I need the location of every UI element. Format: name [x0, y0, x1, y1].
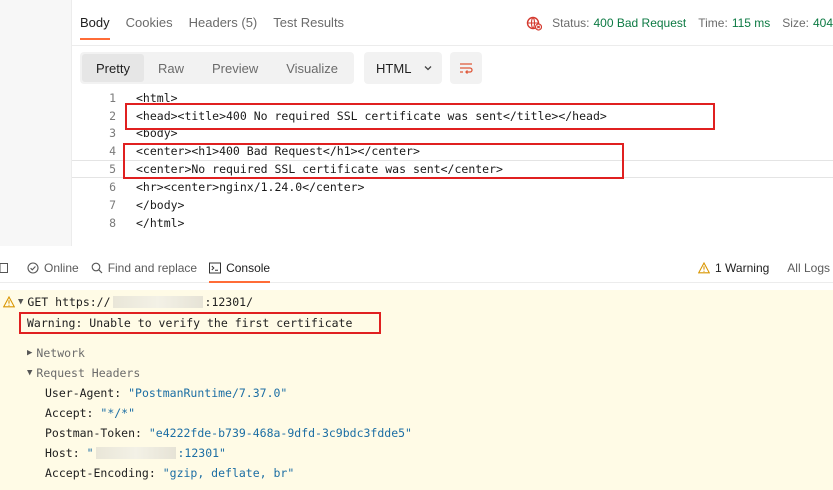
console-bar-right: 1 Warning All Logs: [698, 253, 830, 283]
console-label: Console: [226, 260, 271, 275]
check-circle-icon: [27, 261, 39, 274]
header-row: User-Agent: "PostmanRuntime/7.37.0": [45, 384, 287, 402]
line-number: 5: [109, 162, 116, 176]
log-level-filter[interactable]: All Logs: [787, 261, 830, 275]
header-row: Accept-Encoding: "gzip, deflate, br": [45, 464, 294, 482]
redacted-host: [95, 447, 176, 459]
header-value-prefix: ": [86, 446, 94, 460]
warning-count[interactable]: 1 Warning: [698, 261, 769, 275]
view-mode-visualize[interactable]: Visualize: [272, 54, 352, 82]
response-status-area: Status: 400 Bad Request Time: 115 ms Siz…: [526, 0, 833, 46]
code-text: <hr><center>nginx/1.24.0</center>: [136, 180, 365, 194]
globe-network-icon[interactable]: [526, 15, 543, 31]
code-line: 7 </body>: [72, 196, 833, 214]
header-key: Host:: [45, 446, 80, 460]
sidebar-toggle-icon: [0, 262, 8, 273]
line-number: 7: [109, 198, 116, 212]
view-mode-selector: Pretty Raw Preview Visualize: [80, 52, 355, 84]
online-status[interactable]: Online: [27, 253, 79, 283]
warning-icon: [698, 262, 711, 274]
code-line: 6 <hr><center>nginx/1.24.0</center>: [72, 178, 833, 196]
highlight-box-title: [125, 103, 715, 130]
header-value: "*/*": [100, 406, 136, 420]
header-key: User-Agent:: [45, 386, 122, 400]
warning-icon: [3, 296, 15, 308]
status-bar: Online Find and replace Console 1 Warnin…: [0, 253, 833, 283]
tab-cookies[interactable]: Cookies: [126, 0, 173, 46]
time-value[interactable]: 115 ms: [732, 16, 770, 30]
line-number: 6: [109, 180, 116, 194]
format-select[interactable]: HTML: [364, 52, 443, 84]
view-mode-pretty[interactable]: Pretty: [82, 54, 144, 82]
wrap-lines-button[interactable]: [450, 52, 483, 84]
code-line: 8 </html>: [72, 214, 833, 232]
line-number: 3: [109, 126, 116, 140]
sidebar-gutter: [0, 0, 72, 246]
time-label: Time:: [698, 16, 728, 30]
header-value: "PostmanRuntime/7.37.0": [128, 386, 288, 400]
body-toolbar: Pretty Raw Preview Visualize HTML: [80, 52, 483, 84]
request-headers-section[interactable]: ▼ Request Headers: [27, 364, 140, 382]
response-body-editor[interactable]: 1 <html> 2 <head><title>400 No required …: [72, 88, 833, 246]
size-label: Size:: [782, 16, 809, 30]
header-value: "e4222fde-b739-468a-9dfd-3c9bdc3fdde5": [148, 426, 412, 440]
request-method: GET: [27, 295, 49, 309]
status-label: Status:: [552, 16, 590, 30]
request-url-prefix: https://: [55, 295, 111, 309]
search-icon: [91, 262, 103, 273]
console-request-entry[interactable]: ▼ GET https:// :12301/: [3, 293, 253, 311]
warning-count-label: 1 Warning: [715, 261, 770, 275]
response-tabs: Body Cookies Headers (5) Test Results St…: [72, 0, 833, 46]
header-value-suffix: :12301": [177, 446, 226, 460]
find-replace-button[interactable]: Find and replace: [91, 253, 197, 283]
find-replace-label: Find and replace: [107, 260, 198, 275]
format-select-value: HTML: [376, 60, 412, 76]
view-mode-raw[interactable]: Raw: [144, 54, 198, 82]
tab-test-results[interactable]: Test Results: [273, 0, 344, 46]
online-label: Online: [44, 260, 79, 275]
redacted-host: [112, 296, 203, 308]
header-value: "gzip, deflate, br": [162, 466, 295, 480]
code-text: </body>: [136, 198, 185, 212]
wrap-lines-icon: [460, 63, 473, 74]
network-label: Network: [36, 346, 85, 360]
line-number: 4: [109, 144, 116, 158]
collapse-triangle-icon[interactable]: ▼: [27, 368, 32, 378]
request-url-suffix: :12301/: [204, 295, 253, 309]
expand-triangle-icon[interactable]: ▶: [27, 348, 32, 358]
collapse-triangle-icon[interactable]: ▼: [18, 297, 23, 307]
header-key: Accept:: [45, 406, 94, 420]
line-number: 8: [109, 216, 116, 230]
network-section[interactable]: ▶ Network: [27, 344, 85, 362]
view-mode-preview[interactable]: Preview: [198, 54, 272, 82]
header-row: Host: " :12301": [45, 444, 226, 462]
status-value[interactable]: 400 Bad Request: [594, 16, 687, 30]
header-row: Postman-Token: "e4222fde-b739-468a-9dfd-…: [45, 424, 412, 442]
size-value[interactable]: 404: [813, 16, 833, 30]
code-text: </html>: [136, 216, 185, 230]
header-key: Accept-Encoding:: [45, 466, 156, 480]
highlight-box-warning: [19, 312, 381, 334]
console-output[interactable]: ▼ GET https:// :12301/ Warning: Unable t…: [0, 290, 833, 490]
header-key: Postman-Token:: [45, 426, 142, 440]
request-headers-label: Request Headers: [36, 366, 141, 380]
tab-headers[interactable]: Headers (5): [189, 0, 258, 46]
chevron-down-icon: [424, 66, 432, 71]
sidebar-toggle[interactable]: [0, 253, 13, 283]
tab-body[interactable]: Body: [80, 0, 110, 46]
highlight-box-center: [123, 143, 624, 179]
console-tab[interactable]: Console: [209, 253, 271, 283]
terminal-icon: [209, 262, 222, 273]
line-number: 2: [109, 109, 116, 123]
line-number: 1: [109, 91, 116, 105]
header-row: Accept: "*/*": [45, 404, 135, 422]
